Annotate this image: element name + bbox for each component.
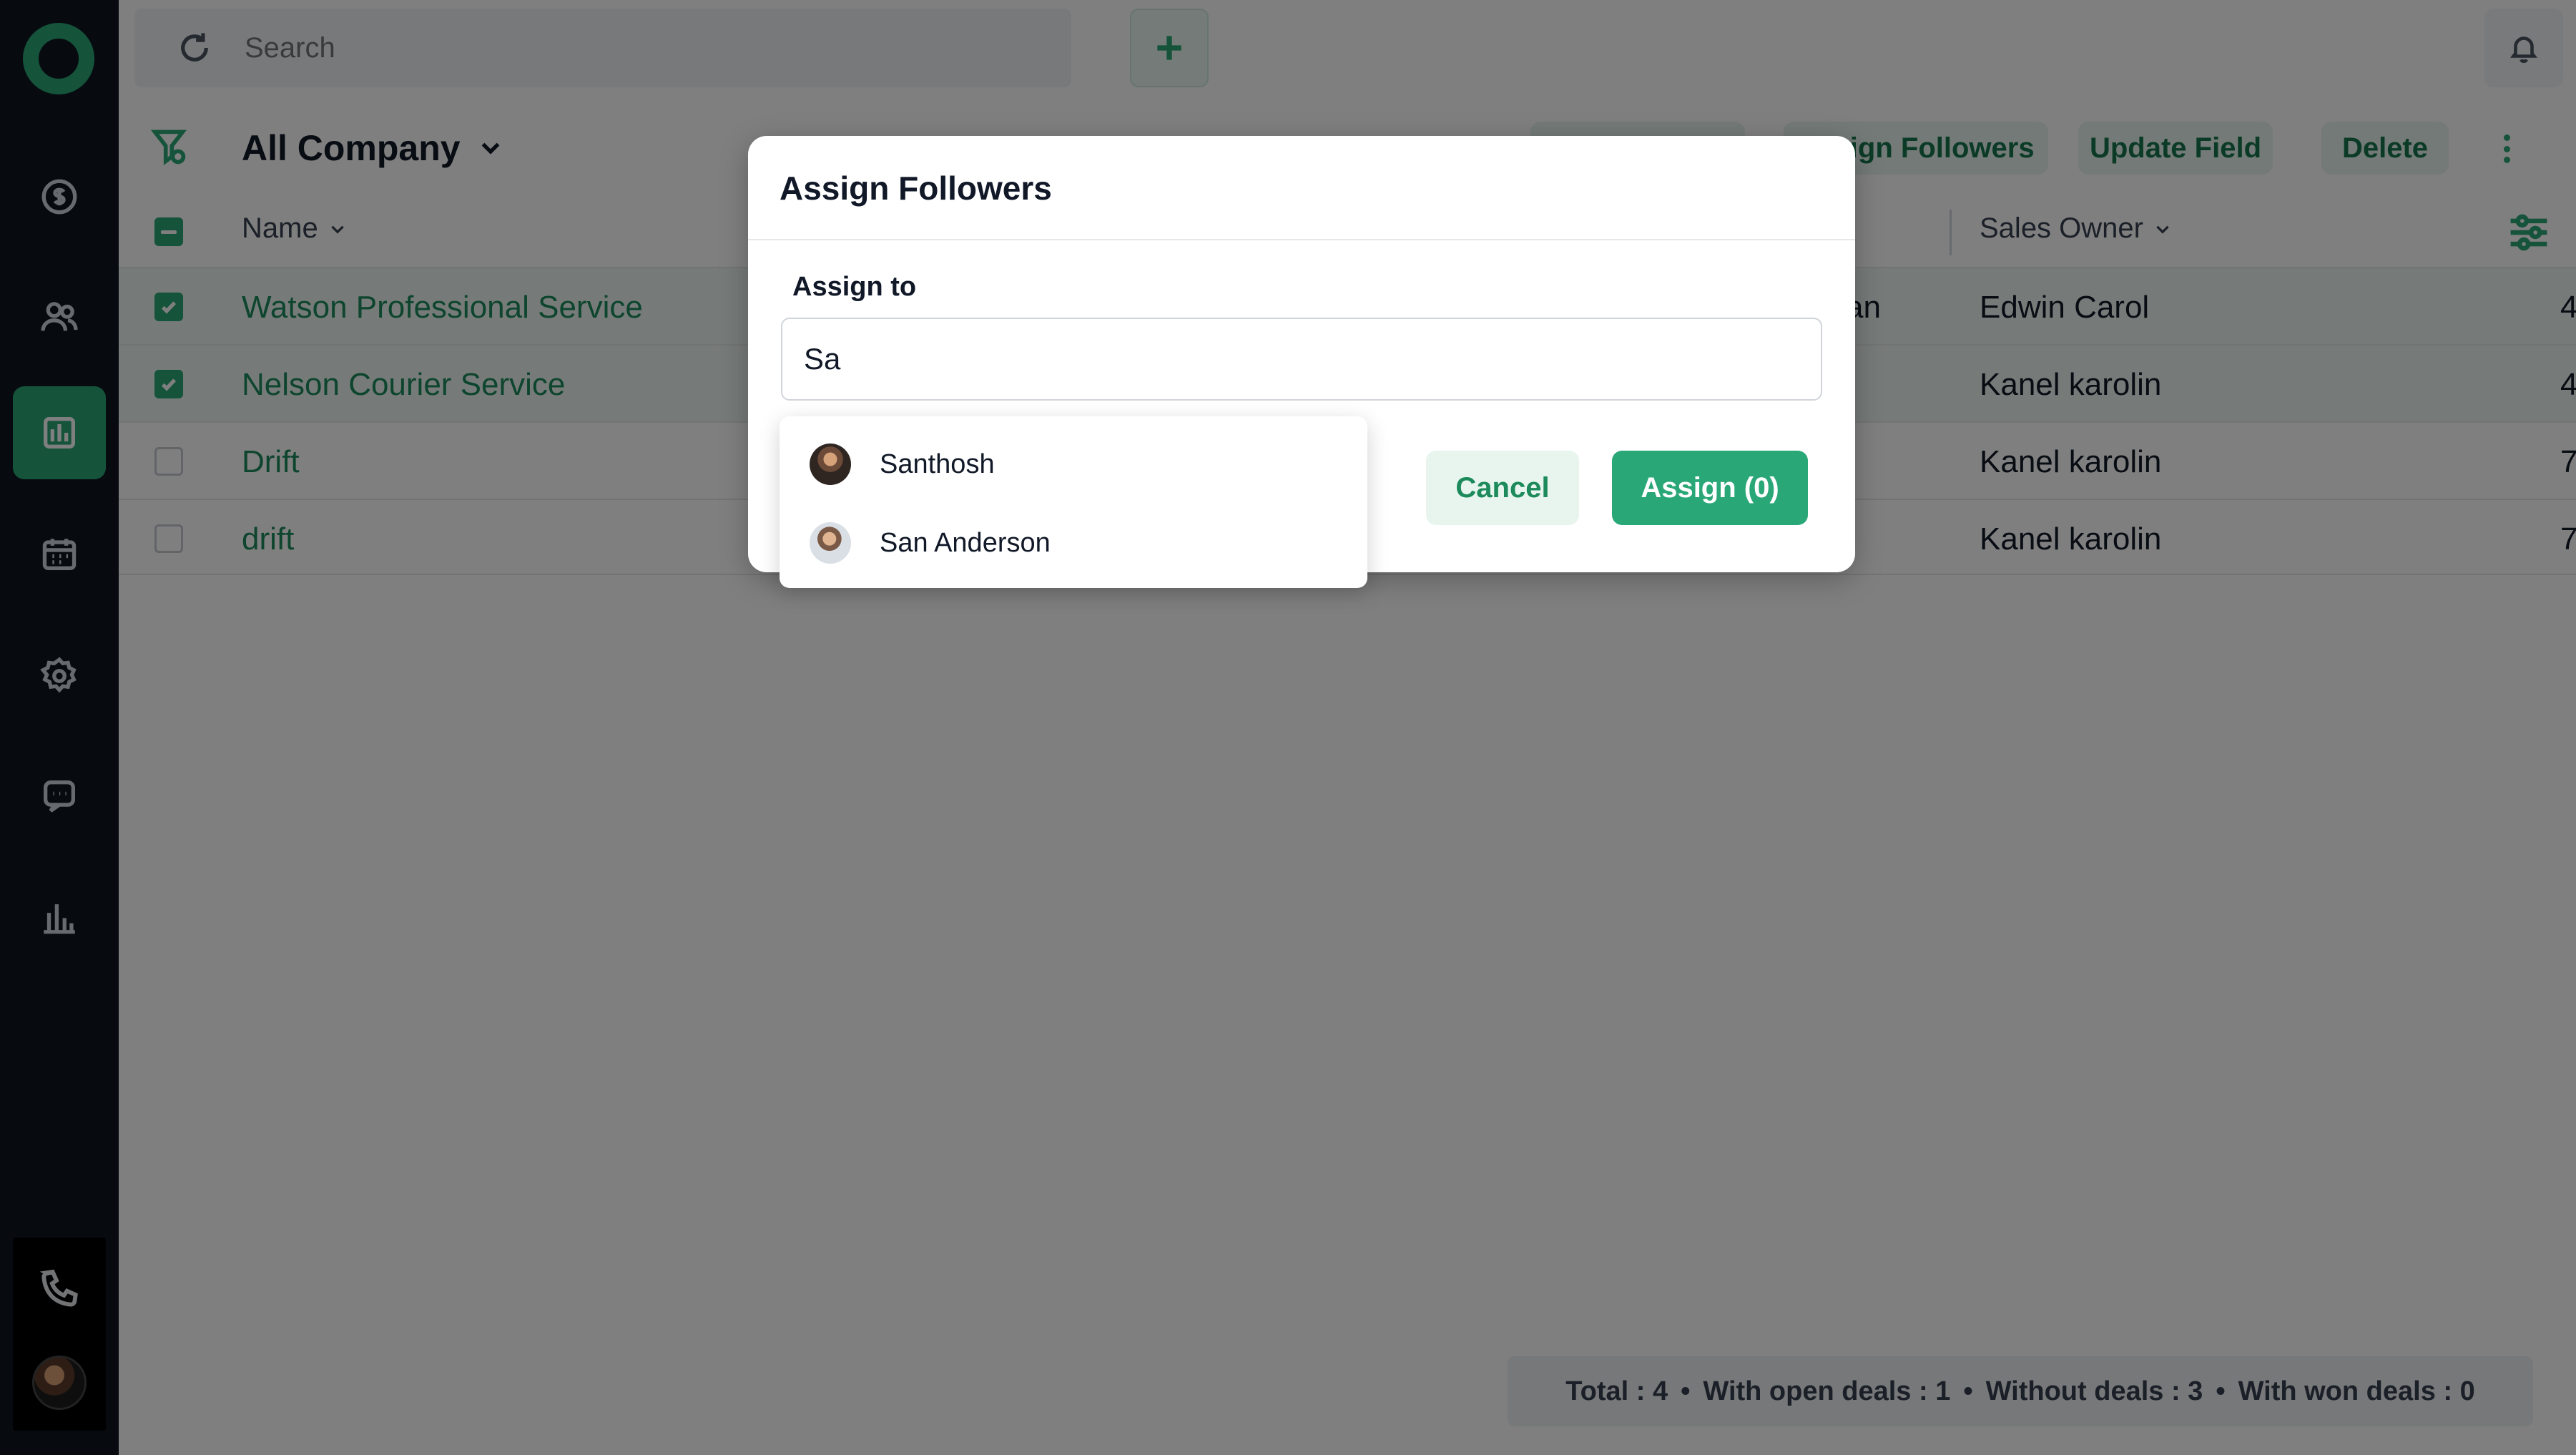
suggestion-name: Santhosh: [880, 449, 995, 479]
suggestion-item[interactable]: San Anderson: [810, 519, 1051, 567]
avatar: [810, 522, 851, 564]
suggestion-item[interactable]: Santhosh: [810, 441, 995, 488]
dialog-divider: [748, 239, 1855, 240]
suggestion-dropdown: Santhosh San Anderson: [780, 416, 1367, 588]
assign-to-label: Assign to: [792, 272, 917, 302]
suggestion-name: San Anderson: [880, 527, 1051, 558]
dialog-title: Assign Followers: [780, 170, 1052, 207]
assign-to-input[interactable]: [781, 318, 1822, 401]
assign-button[interactable]: Assign (0): [1612, 451, 1808, 525]
avatar: [810, 444, 851, 485]
cancel-button[interactable]: Cancel: [1426, 451, 1579, 525]
